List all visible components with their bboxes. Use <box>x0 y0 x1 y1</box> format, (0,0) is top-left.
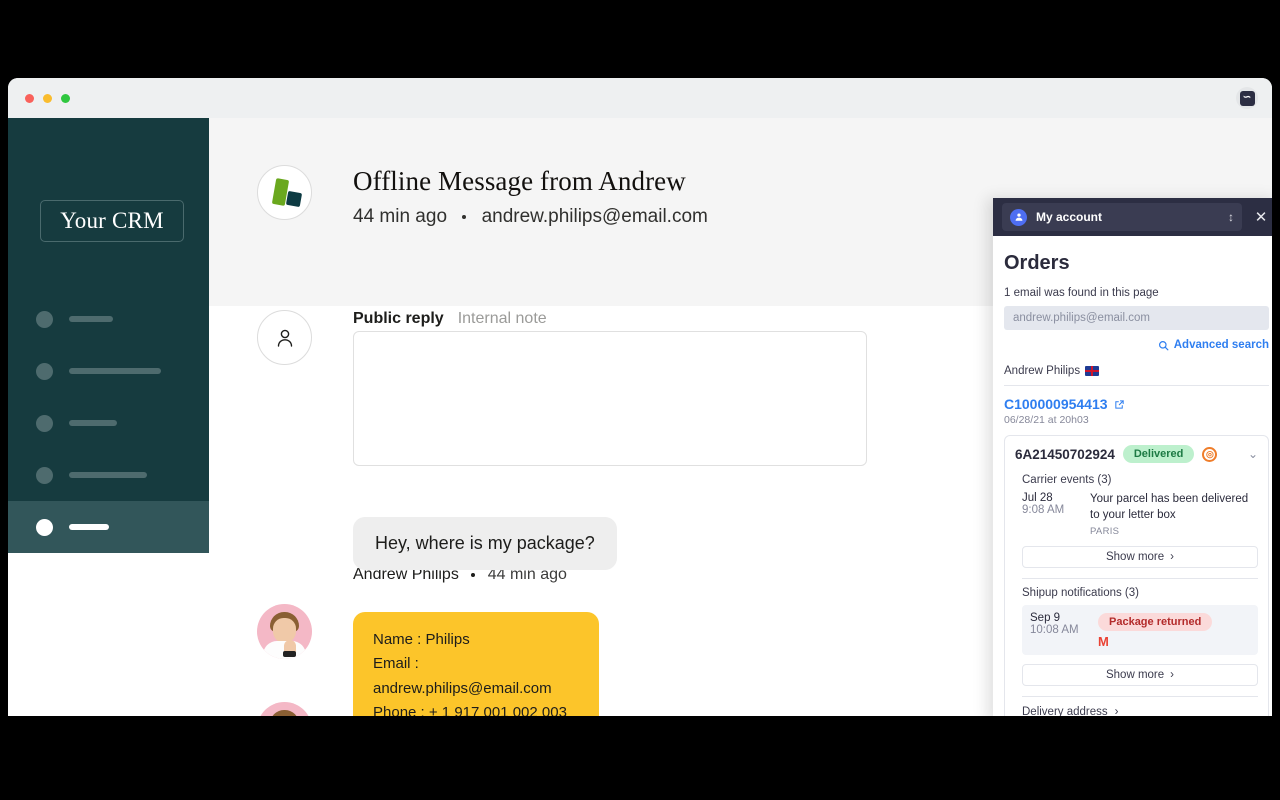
message-2-line-name: Name : Philips <box>373 631 470 648</box>
carrier-event-date: Jul 28 <box>1022 492 1053 504</box>
sidebar-item-3-icon <box>36 414 53 432</box>
gmail-icon: M <box>1098 634 1109 650</box>
notifications-title: Shipup notifications (3) <box>1022 587 1139 600</box>
advanced-search-label: Advanced search <box>1173 339 1269 351</box>
panel-header: My account ↕ ✕ <box>993 198 1272 236</box>
notifications-show-more-button[interactable]: Show more › <box>1022 664 1258 687</box>
account-avatar-icon <box>1010 208 1027 226</box>
carrier-show-more-button[interactable]: Show more › <box>1022 546 1258 569</box>
agent-avatar <box>257 310 312 365</box>
notification-status-badge: Package returned <box>1098 613 1213 632</box>
sidebar-item-2[interactable] <box>8 345 209 397</box>
customer-row: Andrew Philips <box>1004 365 1269 386</box>
sidebar-item-2-label <box>69 368 161 374</box>
avatar-watch <box>283 651 296 657</box>
conversation-subtitle: 44 min ago andrew.philips@email.com <box>353 206 708 228</box>
composer-tabs: Public reply Internal note <box>353 310 547 328</box>
browser-chrome-bar: ∽ <box>8 78 1272 118</box>
shipment-header[interactable]: 6A21450702924 Delivered ◎ ⌄ <box>1005 436 1268 472</box>
status-badge: Delivered <box>1122 445 1195 463</box>
carrier-event-time: Jul 28 9:08 AM <box>1022 492 1078 537</box>
chevron-right-icon: › <box>1170 669 1174 682</box>
window-minimize-button[interactable] <box>43 94 52 103</box>
chevron-updown-icon[interactable]: ↕ <box>1228 211 1234 223</box>
sidebar-item-5[interactable] <box>8 501 209 553</box>
carrier-event-body: Your parcel has been delivered to your l… <box>1090 492 1258 537</box>
carrier-show-more-label: Show more <box>1105 551 1165 564</box>
carrier-event-text: Your parcel has been delivered to your l… <box>1090 493 1249 521</box>
page-title: Offline Message from Andrew <box>353 166 686 196</box>
search-icon <box>1158 340 1169 350</box>
panel-title: Orders <box>1004 252 1070 274</box>
email-search-input[interactable]: andrew.philips@email.com <box>1004 306 1269 330</box>
conversation-brand-avatar <box>257 165 312 220</box>
conversation-time: 44 min ago <box>353 206 448 227</box>
message-1-avatar <box>257 604 312 659</box>
sidebar: Your CRM <box>8 118 209 553</box>
account-selector[interactable]: My account ↕ <box>1002 203 1242 231</box>
window-close-button[interactable] <box>25 94 34 103</box>
carrier-event-row: Jul 28 9:08 AM Your parcel has been deli… <box>1005 492 1268 537</box>
reply-input[interactable] <box>353 331 867 466</box>
shipup-extension-icon: ∽ <box>1239 90 1255 106</box>
carrier-event-clock: 9:08 AM <box>1022 504 1065 516</box>
window-maximize-button[interactable] <box>61 94 70 103</box>
sidebar-item-4-icon <box>36 466 53 484</box>
sidebar-item-5-icon <box>36 518 53 536</box>
sidebar-item-1-icon <box>36 310 53 328</box>
separator-dot-icon <box>462 214 467 219</box>
shipup-panel: My account ↕ ✕ Orders 1 email was found … <box>993 198 1272 723</box>
message-2-bubble: Name : Philips Email : andrew.philips@em… <box>353 612 599 723</box>
tab-public-reply[interactable]: Public reply <box>353 310 444 328</box>
extension-toolbar-button[interactable]: ∽ <box>1236 87 1258 109</box>
sidebar-item-3[interactable] <box>8 397 209 449</box>
message-1-bubble: Hey, where is my package? <box>353 517 617 570</box>
account-name: My account <box>1036 210 1103 224</box>
tab-internal-note[interactable]: Internal note <box>458 310 547 328</box>
separator-dot-icon <box>471 572 476 577</box>
carrier-logo-icon: ◎ <box>1202 446 1218 462</box>
browser-window: ∽ Your CRM Offline Message from Andrew 4… <box>8 78 1272 723</box>
crm-app: Your CRM Offline Message from Andrew 44 … <box>8 118 1272 723</box>
notification-clock: 10:08 AM <box>1030 624 1079 637</box>
person-icon <box>277 329 292 347</box>
brand-logo: Your CRM <box>40 200 184 242</box>
carrier-event-location: PARIS <box>1090 526 1120 538</box>
shipment-number: 6A21450702924 <box>1015 446 1115 462</box>
notification-time: Sep 9 10:08 AM <box>1030 612 1086 636</box>
order-reference-link[interactable]: C100000954413 <box>1004 396 1272 412</box>
logo-dark-shape <box>285 190 303 208</box>
sidebar-item-2-icon <box>36 362 53 380</box>
shipment-card-expanded: 6A21450702924 Delivered ◎ ⌄ Carrier even… <box>1004 435 1269 723</box>
sidebar-item-1[interactable] <box>8 293 209 345</box>
panel-body[interactable]: Orders 1 email was found in this page an… <box>993 236 1272 723</box>
notifications-show-more-label: Show more <box>1105 669 1165 682</box>
sidebar-item-4-label <box>69 472 147 478</box>
customer-name: Andrew Philips <box>1004 365 1081 377</box>
message-2-line-email: Email : andrew.philips@email.com <box>373 655 552 697</box>
notification-body: Package returned M <box>1098 612 1213 650</box>
sidebar-item-5-label <box>69 524 109 530</box>
sidebar-item-1-label <box>69 316 113 322</box>
notification-date: Sep 9 <box>1030 612 1061 625</box>
notification-row: Sep 9 10:08 AM Package returned M <box>1022 605 1258 656</box>
chevron-right-icon: › <box>1170 551 1174 564</box>
order-reference-label: C100000954413 <box>1004 396 1108 412</box>
email-search-value: andrew.philips@email.com <box>1013 312 1150 324</box>
uk-flag-icon <box>1085 366 1100 376</box>
avatar-face <box>273 618 296 643</box>
torn-bottom-edge <box>0 716 1280 800</box>
advanced-search-link[interactable]: Advanced search <box>993 339 1269 351</box>
email-found-text: 1 email was found in this page <box>1004 287 1159 299</box>
sidebar-item-3-label <box>69 420 117 426</box>
close-icon[interactable]: ✕ <box>1242 208 1272 226</box>
order-date: 06/28/21 at 20h03 <box>1004 414 1089 426</box>
conversation-email: andrew.philips@email.com <box>481 206 708 227</box>
sidebar-item-4[interactable] <box>8 449 209 501</box>
section-divider <box>1022 696 1258 698</box>
chevron-down-icon[interactable]: ⌄ <box>1248 447 1258 461</box>
external-link-icon <box>1114 399 1124 409</box>
carrier-events-title: Carrier events (3) <box>1022 474 1112 486</box>
person-icon <box>1015 213 1022 221</box>
